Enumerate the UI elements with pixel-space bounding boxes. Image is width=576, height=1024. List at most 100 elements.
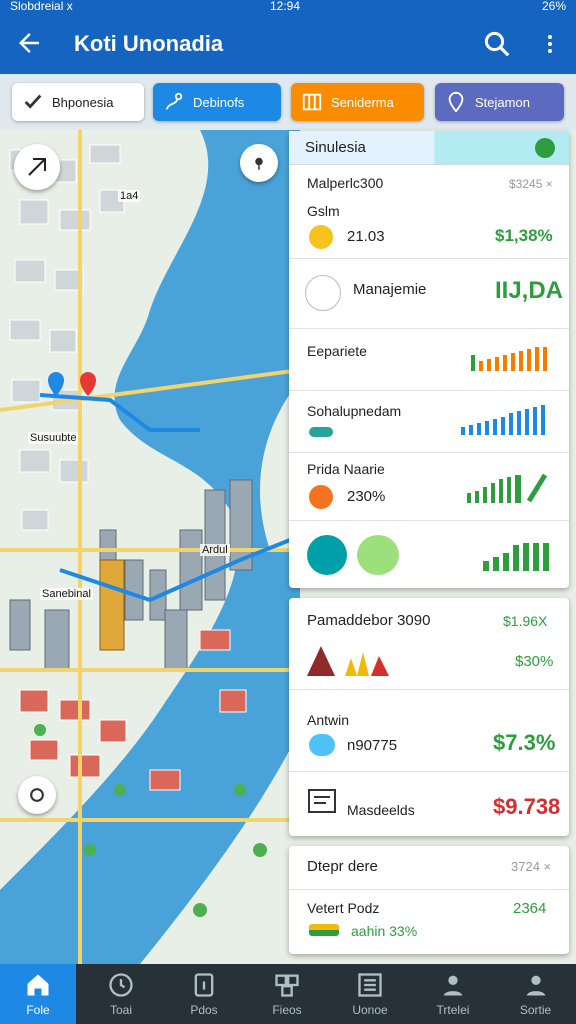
sparkline-icon <box>467 473 548 503</box>
nav-item-label: Pdos <box>190 1003 218 1017</box>
coin-icon <box>309 225 333 249</box>
bars-icon <box>302 93 322 111</box>
filter-chip-label: Stejamon <box>475 94 530 110</box>
item-name: Pamaddebor 3090 <box>307 612 431 629</box>
list-item[interactable]: Manajemie IIJ,DA <box>289 259 569 329</box>
item-name: Dtepr dere <box>307 858 378 875</box>
more-vert-icon[interactable] <box>538 29 562 59</box>
locate-button[interactable] <box>240 144 278 182</box>
page-title: Koti Unonadia <box>74 31 224 56</box>
item-name: Malperlc300 <box>307 175 384 191</box>
item-meta: $1.96X <box>503 613 548 629</box>
card-icon <box>307 535 347 575</box>
nav-item-6[interactable]: Trtelei <box>412 964 494 1024</box>
nav-item-5[interactable]: Uonoe <box>329 964 411 1024</box>
item-amount: $1,38% <box>495 226 553 245</box>
nav-item-label: Sortie <box>519 1003 552 1017</box>
panel-title: Sinulesia <box>305 139 366 156</box>
compass-button[interactable] <box>14 144 60 190</box>
nav-item-2[interactable]: Toai <box>80 964 162 1024</box>
layers-icon <box>30 788 44 802</box>
list-item[interactable]: Dtepr dere 3724 × <box>289 846 569 890</box>
panel-header: Sinulesia <box>289 131 569 165</box>
nav-item-label: Fole <box>26 1003 50 1017</box>
transactions-panel: Pamaddebor 3090 $1.96X $30% Antwin n9077… <box>289 598 569 836</box>
item-name: Prida Naarie <box>307 461 385 477</box>
filter-bar: Bhponesia Debinofs Seniderma Stejamon <box>0 74 576 130</box>
nav-item-label: Uonoe <box>352 1003 388 1017</box>
item-name: Sohalupnedam <box>307 403 402 419</box>
filter-chip-1[interactable]: Bhponesia <box>12 83 144 121</box>
wallet-icon <box>305 275 341 311</box>
map-label: Ardul <box>200 544 230 556</box>
home-icon <box>27 974 49 996</box>
nav-item-7[interactable]: Sortie <box>495 964 576 1024</box>
filter-chip-4[interactable]: Stejamon <box>435 83 564 121</box>
sparkline-icon <box>483 543 549 571</box>
item-meta: 2364 <box>513 900 547 917</box>
search-icon[interactable] <box>482 29 512 59</box>
toggle-icon <box>309 427 333 437</box>
status-carrier: Slobdreial x <box>10 0 73 13</box>
list-item[interactable]: Pamaddebor 3090 $1.96X $30% <box>289 598 569 690</box>
item-meta: $3245 × <box>509 177 553 191</box>
info-icon <box>194 973 214 997</box>
nav-item-3[interactable]: Pdos <box>163 964 245 1024</box>
item-name: Manajemie <box>353 281 427 298</box>
nav-item-4[interactable]: Fieos <box>246 964 328 1024</box>
blob-icon <box>357 535 399 575</box>
locate-icon <box>255 157 263 170</box>
nav-item-label: Fieos <box>272 1003 302 1017</box>
nav-item-home[interactable]: Fole <box>0 964 76 1024</box>
item-name: Masdeelds <box>347 802 415 818</box>
list-item[interactable]: Vetert Podz 2364 aahin 33% <box>289 890 569 954</box>
person-icon <box>443 975 463 996</box>
clock-icon <box>109 973 133 997</box>
bottom-nav: Fole Toai Pdos Fieos Uonoe Trtelei Sorti… <box>0 964 576 1024</box>
item-meta: 3724 × <box>511 859 552 874</box>
filter-chip-label: Bhponesia <box>52 94 114 110</box>
chart-icon <box>307 646 389 676</box>
filter-chip-3[interactable]: Seniderma <box>291 83 424 121</box>
status-battery: 26% <box>541 0 566 13</box>
item-value: n90775 <box>347 737 398 754</box>
compass-icon <box>28 158 46 176</box>
list-item[interactable] <box>289 521 569 588</box>
list-item[interactable]: Antwin n90775 $7.3% <box>289 690 569 772</box>
back-arrow-icon[interactable] <box>14 28 44 58</box>
list-item[interactable]: Malperlc300 $3245 × Gslm 21.03 $1,38% <box>289 165 569 259</box>
item-name: Eepariete <box>307 343 367 359</box>
status-dot-icon <box>309 485 333 509</box>
list-item[interactable]: Sohalupnedam <box>289 391 569 453</box>
layers-button[interactable] <box>18 776 56 814</box>
profile-icon <box>526 975 545 996</box>
map-label: Sanebinal <box>40 588 93 600</box>
gallery-icon <box>275 974 299 997</box>
item-amount: $9.738 <box>493 794 561 819</box>
list-item[interactable]: Eepariete <box>289 329 569 391</box>
toggle-icon <box>309 734 335 756</box>
item-value: 21.03 <box>347 228 385 245</box>
status-time: 12:94 <box>270 0 301 13</box>
filter-chip-label: Seniderma <box>331 94 394 110</box>
summary-panel: Sinulesia Malperlc300 $3245 × Gslm 21.03… <box>289 131 569 588</box>
item-value: aahin 33% <box>351 923 418 939</box>
list-icon <box>358 973 382 997</box>
filter-chip-2[interactable]: Debinofs <box>153 83 281 121</box>
item-amount: $30% <box>515 653 554 670</box>
check-icon <box>24 94 42 109</box>
progress-icon <box>309 924 339 936</box>
map-label: 1a4 <box>118 190 141 202</box>
receipt-icon <box>308 789 336 813</box>
sparkline-icon <box>471 347 547 371</box>
filter-chip-label: Debinofs <box>193 94 245 110</box>
check-circle-icon[interactable] <box>535 138 555 158</box>
pin-icon <box>448 91 464 113</box>
item-value: 230% <box>347 488 386 505</box>
list-item[interactable]: Prida Naarie 230% <box>289 453 569 521</box>
list-item[interactable]: Masdeelds $9.738 <box>289 772 569 836</box>
sparkline-icon <box>461 405 545 435</box>
item-name: Antwin <box>307 712 350 728</box>
map-label: Susuubte <box>28 432 79 444</box>
item-name: Vetert Podz <box>307 900 380 916</box>
